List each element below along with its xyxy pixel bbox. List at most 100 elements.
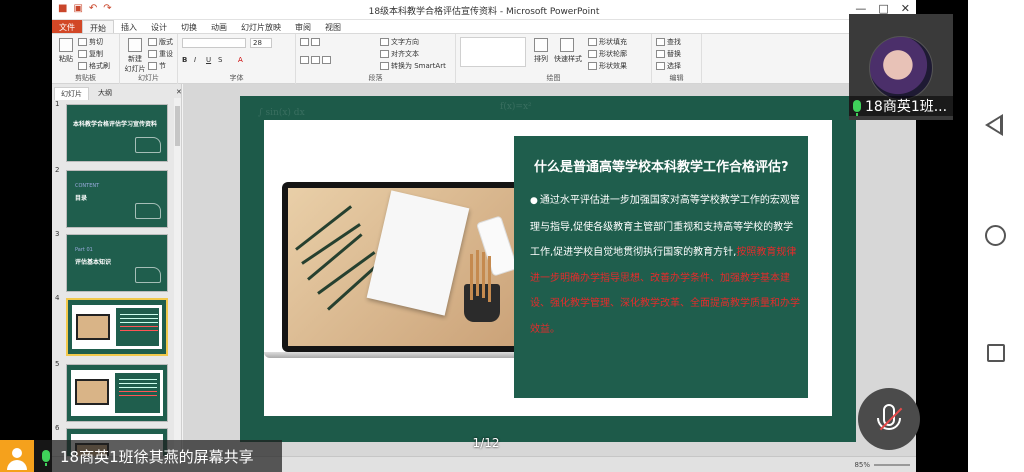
brush-icon	[78, 62, 87, 70]
smartart-button[interactable]: 转换为 SmartArt	[380, 61, 446, 71]
text-box[interactable]: 什么是普通高等学校本科教学工作合格评估? ● 通过水平评估进一步加强国家对高等学校…	[514, 136, 808, 398]
slides-group: 新建 幻灯片 版式 重设 节 幻灯片	[120, 34, 178, 84]
align-text-button[interactable]: 对齐文本	[380, 49, 419, 59]
android-nav-bar	[968, 0, 1024, 472]
window-title: 18级本科教学合格评估宣传资料 - Microsoft PowerPoint	[368, 7, 600, 17]
participant-video[interactable]: 18商英1班...	[849, 14, 953, 120]
chalkboard-doodle: ∫ sin(x) dx	[258, 108, 305, 118]
cut-button[interactable]: 剪切	[78, 37, 103, 47]
layout-icon	[148, 38, 157, 46]
book-icon	[135, 137, 161, 153]
tab-review[interactable]: 审阅	[288, 20, 318, 33]
new-slide-icon	[128, 38, 142, 52]
font-color-button[interactable]: A	[238, 56, 243, 64]
shape-fill-button[interactable]: 形状填充	[588, 37, 627, 47]
slide-content-card: 什么是普通高等学校本科教学工作合格评估? ● 通过水平评估进一步加强国家对高等学校…	[264, 120, 832, 416]
select-button[interactable]: 选择	[656, 61, 681, 71]
body-text-highlighted: 按照教育规律进一步明确办学指导思想、改善办学条件、加强教学基本建设、强化教学管理…	[530, 247, 800, 335]
slide-workspace: ∫ sin(x) dx f(x)=x² (x)	[183, 84, 916, 456]
bold-button[interactable]: B	[182, 56, 187, 64]
font-family-combo[interactable]	[182, 38, 246, 48]
copy-button[interactable]: 复制	[78, 49, 103, 59]
scrollbar-thumb[interactable]	[175, 106, 180, 146]
participant-name: 18商英1班...	[849, 96, 953, 116]
tab-home[interactable]: 开始	[82, 20, 114, 33]
tab-file[interactable]: 文件	[52, 20, 82, 33]
replace-icon	[656, 50, 665, 58]
italic-button[interactable]: I	[194, 56, 196, 64]
shape-effects-button[interactable]: 形状效果	[588, 61, 627, 71]
slide-thumbnail-2[interactable]: 2 CONTENT 目录	[54, 166, 174, 230]
person-icon[interactable]	[0, 440, 34, 472]
tab-insert[interactable]: 插入	[114, 20, 144, 33]
tab-slides[interactable]: 幻灯片	[54, 87, 89, 100]
slide-canvas[interactable]: ∫ sin(x) dx f(x)=x² (x)	[240, 96, 856, 442]
clipboard-group: 粘贴 剪切 复制 格式刷 剪贴板	[52, 34, 120, 84]
tab-transitions[interactable]: 切换	[174, 20, 204, 33]
notepad	[366, 190, 470, 316]
editing-group: 查找 替换 选择 编辑	[652, 34, 702, 84]
tab-outline[interactable]: 大纲	[92, 87, 118, 99]
paste-button[interactable]: 粘贴	[57, 38, 75, 64]
slide-body: ● 通过水平评估进一步加强国家对高等学校教学工作的宏观管理与指导,促使各级教育主管…	[530, 188, 802, 342]
copy-icon	[78, 50, 87, 58]
paragraph-group-label: 段落	[368, 74, 383, 82]
reset-button[interactable]: 重设	[148, 49, 173, 59]
slide-thumbnail-5[interactable]: 5	[54, 360, 174, 424]
zoom-level[interactable]: 85%	[854, 461, 870, 469]
align-buttons[interactable]	[300, 56, 333, 64]
format-painter-button[interactable]: 格式刷	[78, 61, 110, 71]
section-button[interactable]: 节	[148, 61, 166, 71]
layout-button[interactable]: 版式	[148, 37, 173, 47]
reset-icon	[148, 50, 157, 58]
text-direction-button[interactable]: 文字方向	[380, 37, 419, 47]
new-slide-button[interactable]: 新建 幻灯片	[124, 38, 146, 74]
effects-icon	[588, 62, 597, 70]
replace-button[interactable]: 替换	[656, 49, 681, 59]
tab-animations[interactable]: 动画	[204, 20, 234, 33]
quick-styles-button[interactable]: 快速样式	[554, 38, 582, 64]
laptop-frame	[282, 182, 532, 352]
thumbnail-subtitle: CONTENT	[75, 183, 100, 189]
shape-outline-button[interactable]: 形状轮廓	[588, 49, 627, 59]
arrange-button[interactable]: 排列	[532, 38, 550, 64]
section-icon	[148, 62, 157, 70]
thumbnail-subtitle: Part 01	[75, 247, 93, 253]
arrange-icon	[534, 38, 548, 52]
recent-apps-icon[interactable]	[987, 344, 1005, 362]
slide-thumbnail-3[interactable]: 3 Part 01 评估基本知识	[54, 230, 174, 294]
tab-view[interactable]: 视图	[318, 20, 348, 33]
shapes-gallery[interactable]	[460, 37, 526, 67]
slide-thumbnail-1[interactable]: 1 本科教学合格评估学习宣传资料	[54, 100, 174, 164]
clipboard-group-label: 剪贴板	[75, 74, 96, 82]
mute-button[interactable]	[858, 388, 920, 450]
ribbon-tabs: 文件 开始 插入 设计 切换 动画 幻灯片放映 审阅 视图	[52, 20, 916, 34]
tab-slideshow[interactable]: 幻灯片放映	[234, 20, 288, 33]
paste-icon	[59, 38, 73, 52]
bullets-button[interactable]	[300, 38, 322, 46]
home-icon[interactable]	[985, 225, 1006, 246]
thumbnail-title: 评估基本知识	[75, 259, 112, 266]
font-size-combo[interactable]: 28	[250, 38, 272, 48]
mic-icon	[853, 100, 861, 116]
screen: ■ ▣ ↶ ↷ 18级本科教学合格评估宣传资料 - Microsoft Powe…	[0, 0, 1024, 472]
shadow-button[interactable]: S	[218, 56, 222, 64]
title-bar: ■ ▣ ↶ ↷ 18级本科教学合格评估宣传资料 - Microsoft Powe…	[52, 0, 916, 20]
font-group-label: 字体	[229, 74, 244, 82]
back-icon[interactable]	[985, 114, 1003, 136]
thumbnail-title: 目录	[75, 195, 88, 202]
tab-design[interactable]: 设计	[144, 20, 174, 33]
find-button[interactable]: 查找	[656, 37, 681, 47]
book-icon	[135, 203, 161, 219]
thumbnail-title: 本科教学合格评估学习宣传资料	[73, 121, 158, 128]
underline-button[interactable]: U	[206, 56, 211, 64]
smartart-icon	[380, 62, 389, 70]
editing-group-label: 编辑	[669, 74, 684, 82]
panel-scrollbar[interactable]	[174, 98, 181, 470]
page-counter: 1/12	[472, 436, 500, 450]
list-icon	[300, 38, 309, 46]
quick-styles-icon	[560, 38, 574, 52]
zoom-slider[interactable]	[874, 464, 910, 466]
desk-photo	[288, 188, 526, 346]
slide-thumbnail-4[interactable]: 4	[54, 294, 174, 358]
